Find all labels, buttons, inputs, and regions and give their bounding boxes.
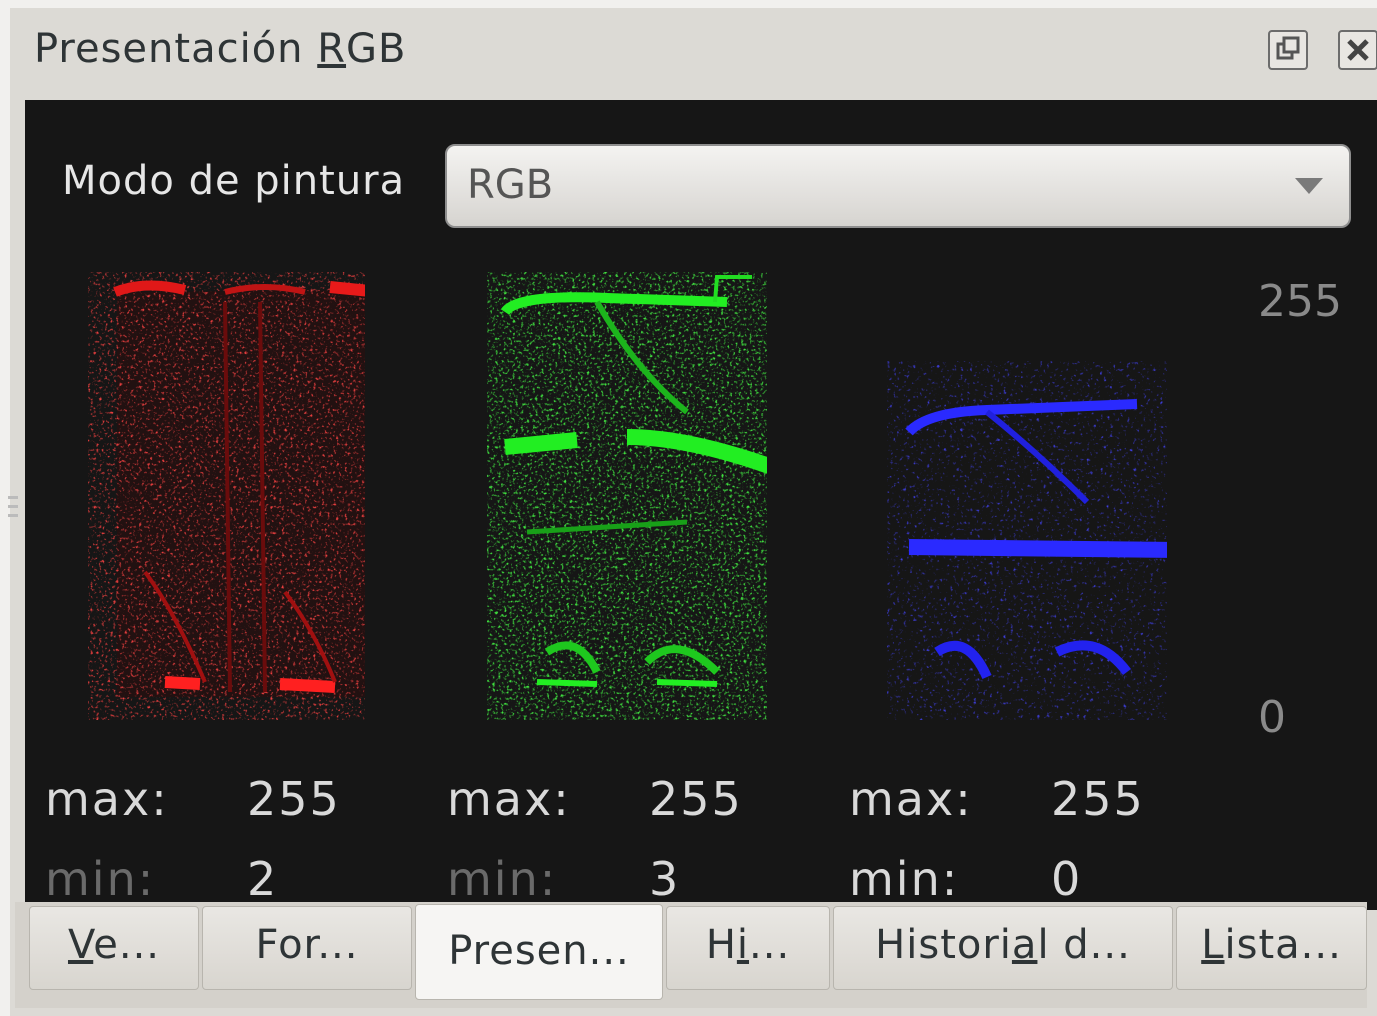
scale-max-label: 255 (1258, 276, 1342, 327)
blue-max-label: max: (849, 772, 973, 826)
red-min-label: min: (45, 852, 156, 906)
paint-mode-label: Modo de pintura (62, 158, 406, 204)
red-max-label: max: (45, 772, 169, 826)
panel-titlebar: Presentación RGB (10, 8, 1377, 100)
tab-histogram[interactable]: Hi... (666, 906, 830, 990)
float-button[interactable] (1268, 30, 1308, 70)
tab-format[interactable]: For... (202, 906, 412, 990)
scale-min-label: 0 (1258, 692, 1286, 743)
red-max-value: 255 (247, 772, 341, 826)
green-min-label: min: (447, 852, 558, 906)
green-channel-image (500, 275, 767, 702)
tab-view[interactable]: Ve... (29, 906, 199, 990)
close-icon (1347, 39, 1369, 61)
green-max-value: 255 (649, 772, 743, 826)
red-min-value: 2 (247, 852, 279, 906)
blue-max-value: 255 (1051, 772, 1145, 826)
tab-presentation[interactable]: Presen... (415, 904, 663, 1000)
green-max-label: max: (447, 772, 571, 826)
paint-mode-value: RGB (467, 162, 554, 208)
tab-history[interactable]: Historial d... (833, 906, 1173, 990)
close-button[interactable] (1338, 30, 1377, 70)
blue-min-label: min: (849, 852, 960, 906)
dock-tab-bar: Ve... For... Presen... Hi... Historial d… (15, 902, 1367, 1008)
paint-mode-select[interactable]: RGB (445, 144, 1351, 228)
float-icon (1276, 36, 1300, 60)
rgb-presentation-panel: Presentación RGB Modo de pintura RGB 255… (10, 8, 1377, 1016)
green-min-value: 3 (649, 852, 681, 906)
panel-title: Presentación RGB (34, 26, 407, 72)
resize-handle[interactable] (8, 496, 18, 522)
rgb-content-area: Modo de pintura RGB 255 0 max: 255 min: … (25, 100, 1377, 910)
chevron-down-icon (1295, 178, 1323, 194)
red-channel-image (113, 280, 365, 702)
blue-min-value: 0 (1051, 852, 1083, 906)
tab-list[interactable]: Lista... (1176, 906, 1367, 990)
blue-channel-image (905, 392, 1167, 702)
